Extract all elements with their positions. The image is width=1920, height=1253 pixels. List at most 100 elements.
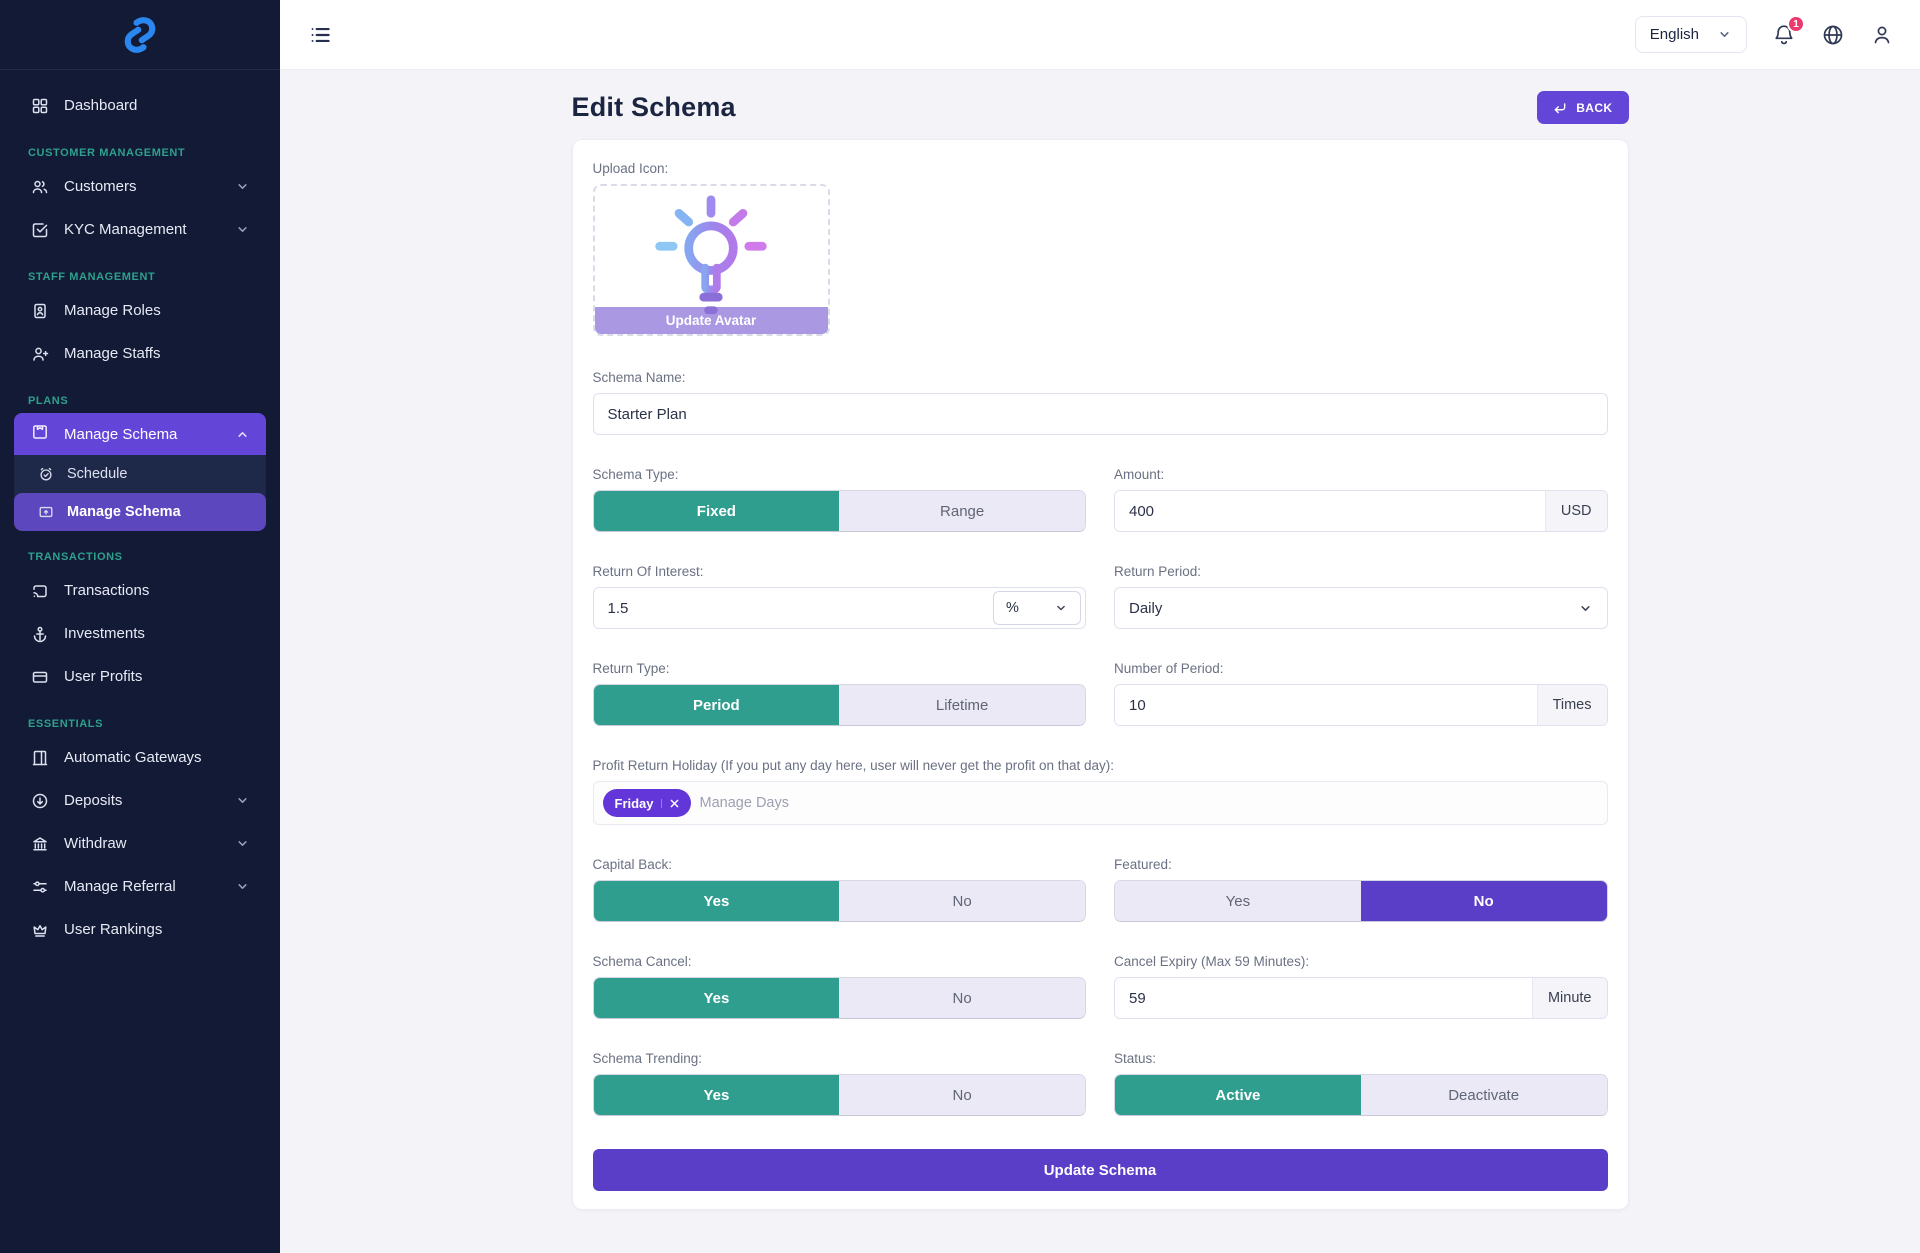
sidebar-item-label: Manage Roles xyxy=(64,302,161,319)
sidebar-item-deposits[interactable]: Deposits xyxy=(0,779,280,822)
sidebar-item-automatic-gateways[interactable]: Automatic Gateways xyxy=(0,736,280,779)
sidebar-item-manage-roles[interactable]: Manage Roles xyxy=(0,289,280,332)
amount-currency-suffix: USD xyxy=(1545,491,1607,531)
sidebar-item-investments[interactable]: Investments xyxy=(0,612,280,655)
sidebar-item-customers[interactable]: Customers xyxy=(0,165,280,208)
schema-cancel-label: Schema Cancel: xyxy=(593,954,1087,969)
back-button[interactable]: BACK xyxy=(1537,91,1628,124)
schema-type-field: Schema Type: Fixed Range xyxy=(593,467,1087,532)
return-type-option-lifetime[interactable]: Lifetime xyxy=(839,685,1085,725)
return-period-select[interactable]: Daily xyxy=(1114,587,1608,629)
schema-cancel-option-no[interactable]: No xyxy=(839,978,1085,1018)
lightbulb-icon xyxy=(646,192,776,318)
chevron-down-icon xyxy=(235,879,250,894)
number-of-period-suffix: Times xyxy=(1537,685,1607,725)
sidebar-item-label: Deposits xyxy=(64,792,122,809)
sidebar-item-label: User Rankings xyxy=(64,921,162,938)
sidebar-toggle-list-icon[interactable] xyxy=(308,22,334,48)
sidebar-item-label: KYC Management xyxy=(64,221,187,238)
cancel-expiry-input[interactable] xyxy=(1115,978,1532,1018)
dashboard-grid-icon xyxy=(31,97,49,115)
return-type-label: Return Type: xyxy=(593,661,1087,676)
sidebar-item-user-rankings[interactable]: User Rankings xyxy=(0,908,280,951)
language-select[interactable]: English xyxy=(1635,16,1747,53)
sidebar-section-customer-management: CUSTOMER MANAGEMENT xyxy=(0,147,280,159)
number-of-period-label: Number of Period: xyxy=(1114,661,1608,676)
capital-back-field: Capital Back: Yes No xyxy=(593,857,1087,922)
profile-button[interactable] xyxy=(1870,23,1894,47)
return-period-field: Return Period: Daily xyxy=(1114,564,1608,629)
sidebar-section-transactions: TRANSACTIONS xyxy=(0,551,280,563)
status-option-active[interactable]: Active xyxy=(1115,1075,1361,1115)
schema-cancel-option-yes[interactable]: Yes xyxy=(594,978,840,1018)
cancel-expiry-label: Cancel Expiry (Max 59 Minutes): xyxy=(1114,954,1608,969)
upload-icon-dropzone[interactable]: Update Avatar xyxy=(593,184,830,336)
profit-return-holiday-field: Profit Return Holiday (If you put any da… xyxy=(593,758,1608,825)
sidebar-item-label: Manage Referral xyxy=(64,878,176,895)
upload-icon-field: Upload Icon: xyxy=(593,161,1608,336)
sidebar-item-transactions[interactable]: Transactions xyxy=(0,569,280,612)
credit-card-icon xyxy=(31,668,49,686)
sidebar-item-withdraw[interactable]: Withdraw xyxy=(0,822,280,865)
language-value: English xyxy=(1650,26,1699,43)
remove-chip-icon[interactable] xyxy=(661,799,688,808)
sidebar-item-user-profits[interactable]: User Profits xyxy=(0,655,280,698)
chevron-down-icon xyxy=(235,793,250,808)
return-type-field: Return Type: Period Lifetime xyxy=(593,661,1087,726)
sidebar-item-label: User Profits xyxy=(64,668,142,685)
schema-type-label: Schema Type: xyxy=(593,467,1087,482)
notification-count-badge: 1 xyxy=(1787,15,1805,33)
cancel-expiry-suffix: Minute xyxy=(1532,978,1607,1018)
status-field: Status: Active Deactivate xyxy=(1114,1051,1608,1116)
sidebar-item-kyc-management[interactable]: KYC Management xyxy=(0,208,280,251)
status-option-deactivate[interactable]: Deactivate xyxy=(1361,1075,1607,1115)
sidebar-subitem-schedule[interactable]: Schedule xyxy=(14,455,266,493)
schema-trending-toggle: Yes No xyxy=(593,1074,1087,1116)
holiday-days-input[interactable]: Friday Manage Days xyxy=(593,781,1608,825)
screen-share-icon xyxy=(38,504,54,520)
sidebar-item-dashboard[interactable]: Dashboard xyxy=(0,84,280,127)
sidebar-item-manage-schema[interactable]: Manage Schema xyxy=(14,413,266,455)
return-type-toggle: Period Lifetime xyxy=(593,684,1087,726)
status-toggle: Active Deactivate xyxy=(1114,1074,1608,1116)
upload-icon-label: Upload Icon: xyxy=(593,161,1608,176)
update-schema-button[interactable]: Update Schema xyxy=(593,1149,1608,1191)
schema-trending-option-no[interactable]: No xyxy=(839,1075,1085,1115)
sidebar-item-manage-staffs[interactable]: Manage Staffs xyxy=(0,332,280,375)
sidebar-subitem-label: Manage Schema xyxy=(67,504,181,520)
capital-back-option-yes[interactable]: Yes xyxy=(594,881,840,921)
featured-option-no[interactable]: No xyxy=(1361,881,1607,921)
header-actions: English 1 xyxy=(1635,16,1894,53)
schema-trending-option-yes[interactable]: Yes xyxy=(594,1075,840,1115)
arrow-down-circle-icon xyxy=(31,792,49,810)
sidebar-item-label: Manage Schema xyxy=(64,426,177,443)
top-header: English 1 xyxy=(280,0,1920,70)
sidebar-item-manage-referral[interactable]: Manage Referral xyxy=(0,865,280,908)
cast-icon xyxy=(31,582,49,600)
sidebar-section-plans: PLANS xyxy=(0,395,280,407)
schema-type-option-range[interactable]: Range xyxy=(839,491,1085,531)
chevron-down-icon xyxy=(235,179,250,194)
schema-name-input[interactable] xyxy=(593,393,1608,435)
sidebar-item-label: Automatic Gateways xyxy=(64,749,202,766)
schema-type-option-fixed[interactable]: Fixed xyxy=(594,491,840,531)
brand-logo[interactable] xyxy=(0,0,280,70)
sidebar-subitem-manage-schema[interactable]: Manage Schema xyxy=(14,493,266,531)
notifications-button[interactable]: 1 xyxy=(1772,23,1796,47)
update-avatar-overlay[interactable]: Update Avatar xyxy=(595,307,828,334)
return-type-option-period[interactable]: Period xyxy=(594,685,840,725)
capital-back-option-no[interactable]: No xyxy=(839,881,1085,921)
number-of-period-input[interactable] xyxy=(1115,685,1537,725)
featured-option-yes[interactable]: Yes xyxy=(1115,881,1361,921)
amount-input[interactable] xyxy=(1115,491,1545,531)
globe-button[interactable] xyxy=(1821,23,1845,47)
schema-type-toggle: Fixed Range xyxy=(593,490,1087,532)
app-root: Dashboard CUSTOMER MANAGEMENT Customers … xyxy=(0,0,1920,1253)
manage-schema-submenu: Schedule Manage Schema xyxy=(14,455,266,531)
sidebar-item-label: Dashboard xyxy=(64,97,137,114)
holiday-chip-label: Friday xyxy=(615,796,654,811)
capital-back-toggle: Yes No xyxy=(593,880,1087,922)
bank-icon xyxy=(31,835,49,853)
interest-unit-select[interactable]: % xyxy=(993,591,1081,625)
manage-days-placeholder: Manage Days xyxy=(700,795,789,811)
